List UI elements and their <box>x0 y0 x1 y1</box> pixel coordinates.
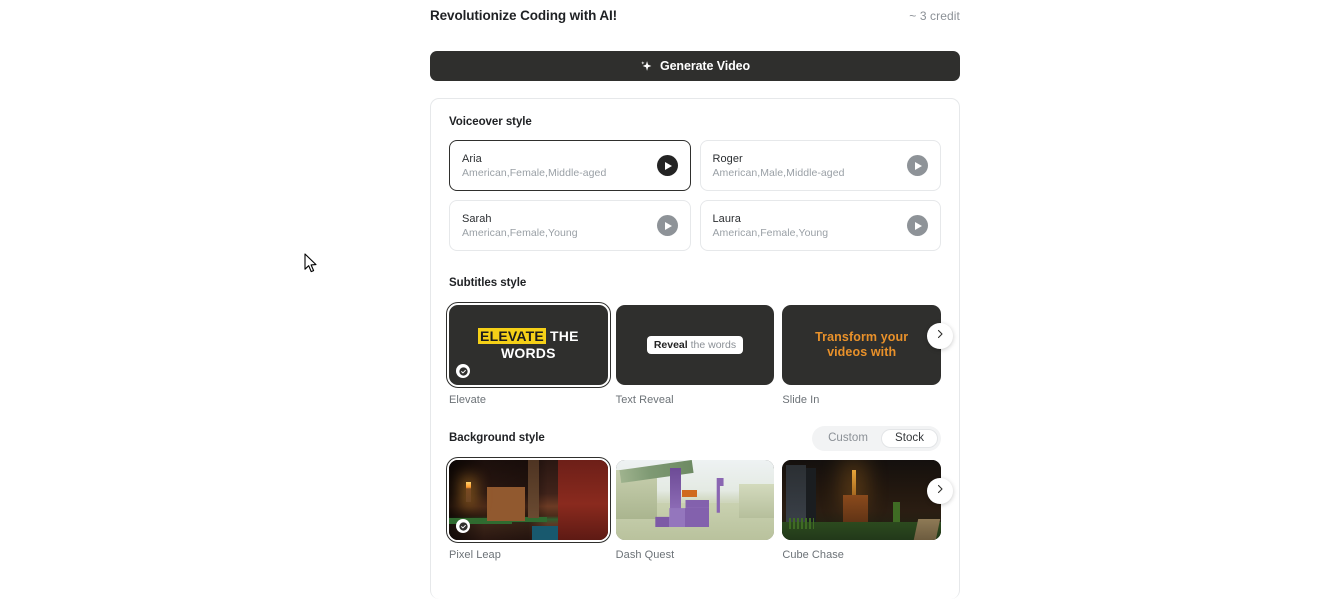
voice-meta: American,Female,Middle-aged <box>462 166 607 179</box>
subtitle-preview-bold: Reveal <box>653 339 688 351</box>
subtitles-thumb-row: ELEVATE THE WORDS Elevate Reveal the wor… <box>446 302 941 406</box>
play-icon[interactable] <box>907 155 928 176</box>
background-thumb[interactable] <box>782 460 941 540</box>
background-thumb[interactable] <box>615 460 775 540</box>
subtitle-preview-highlight: ELEVATE <box>478 328 546 345</box>
voice-card-sarah[interactable]: Sarah American,Female,Young <box>449 200 691 251</box>
subtitle-thumb[interactable]: Transform your videos with <box>782 305 941 385</box>
subtitle-caption: Elevate <box>449 394 487 406</box>
settings-panel: Voiceover style Aria American,Female,Mid… <box>430 98 960 599</box>
subtitle-preview-text: ELEVATE THE WORDS <box>449 328 608 361</box>
mouse-cursor <box>304 253 318 274</box>
app-page: Revolutionize Coding with AI! ~ 3 credit… <box>0 0 1341 599</box>
voice-meta: American,Female,Young <box>712 226 829 239</box>
voice-card-roger[interactable]: Roger American,Male,Middle-aged <box>699 140 941 191</box>
subtitle-caption: Text Reveal <box>615 394 674 406</box>
voice-card-text: Laura American,Female,Young <box>713 213 908 239</box>
play-icon[interactable] <box>656 155 678 176</box>
background-caption: Pixel Leap <box>449 549 501 561</box>
voiceover-options-grid: Aria American,Female,Middle-aged Roger A… <box>449 140 941 251</box>
play-icon[interactable] <box>656 215 678 236</box>
subtitle-preview-line1: Transform your <box>815 330 909 345</box>
background-section: Background style Custom Stock Pixel Leap… <box>446 425 953 561</box>
page-title: Revolutionize Coding with AI! <box>430 8 618 23</box>
background-art <box>449 460 608 540</box>
subtitles-section: Subtitles style ELEVATE THE WORDS Elevat… <box>446 273 953 406</box>
subtitle-thumb[interactable]: ELEVATE THE WORDS <box>446 302 611 388</box>
background-carousel: Pixel Leap Dash Quest Cube Chase <box>446 457 953 561</box>
subtitle-preview-dim: the words <box>687 339 737 351</box>
subtitle-option-slide-in[interactable]: Transform your videos with Slide In <box>782 305 941 406</box>
voice-meta: American,Male,Middle-aged <box>712 166 845 179</box>
subtitle-option-elevate[interactable]: ELEVATE THE WORDS Elevate <box>446 302 611 406</box>
background-next-button[interactable] <box>927 478 953 504</box>
subtitle-preview-text: Transform your videos with <box>807 330 916 360</box>
background-source-toggle[interactable]: Custom Stock <box>812 425 941 451</box>
background-thumb-row: Pixel Leap Dash Quest Cube Chase <box>446 457 941 561</box>
credit-badge: ~ 3 credit <box>909 8 960 23</box>
background-caption: Dash Quest <box>615 549 675 561</box>
background-thumb[interactable] <box>446 457 611 543</box>
voice-name: Roger <box>712 152 743 165</box>
sparkle-icon <box>640 60 653 73</box>
subtitle-thumb[interactable]: Reveal the words <box>615 305 775 385</box>
subtitles-carousel: ELEVATE THE WORDS Elevate Reveal the wor… <box>446 302 953 406</box>
subtitles-next-button[interactable] <box>927 323 953 349</box>
chevron-right-icon <box>934 482 946 500</box>
voice-card-text: Roger American,Male,Middle-aged <box>713 153 908 179</box>
subtitle-preview-line2: videos with <box>827 345 897 359</box>
background-art <box>615 460 775 540</box>
toggle-option-custom[interactable]: Custom <box>815 429 881 448</box>
background-section-label: Background style <box>449 432 545 444</box>
background-option-pixel-leap[interactable]: Pixel Leap <box>446 457 611 561</box>
background-option-dash-quest[interactable]: Dash Quest <box>615 460 775 561</box>
generate-video-label: Generate Video <box>659 59 751 73</box>
subtitle-option-text-reveal[interactable]: Reveal the words Text Reveal <box>615 305 775 406</box>
check-icon <box>456 519 470 533</box>
topbar: Revolutionize Coding with AI! ~ 3 credit <box>430 8 960 23</box>
voiceover-section-label: Voiceover style <box>449 116 532 128</box>
subtitle-preview-text: Reveal the words <box>646 336 744 354</box>
background-option-cube-chase[interactable]: Cube Chase <box>782 460 941 561</box>
voice-meta: American,Female,Young <box>462 226 578 239</box>
chevron-right-icon <box>934 327 946 345</box>
background-art <box>782 460 941 540</box>
voice-card-aria[interactable]: Aria American,Female,Middle-aged <box>449 140 691 191</box>
play-icon[interactable] <box>907 215 928 236</box>
subtitles-section-label: Subtitles style <box>449 277 527 289</box>
toggle-option-stock[interactable]: Stock <box>880 428 938 448</box>
voice-name: Laura <box>712 212 741 225</box>
voice-name: Sarah <box>462 212 492 225</box>
voice-name: Aria <box>462 152 482 165</box>
voice-card-laura[interactable]: Laura American,Female,Young <box>699 200 941 251</box>
background-caption: Cube Chase <box>782 549 844 561</box>
background-section-header: Background style Custom Stock <box>449 425 941 451</box>
voice-card-text: Sarah American,Female,Young <box>462 213 657 239</box>
generate-video-button[interactable]: Generate Video <box>430 51 960 81</box>
subtitle-caption: Slide In <box>782 394 820 406</box>
subtitles-section-header: Subtitles style <box>449 273 941 293</box>
voice-card-text: Aria American,Female,Middle-aged <box>462 153 657 179</box>
check-icon <box>456 364 470 378</box>
